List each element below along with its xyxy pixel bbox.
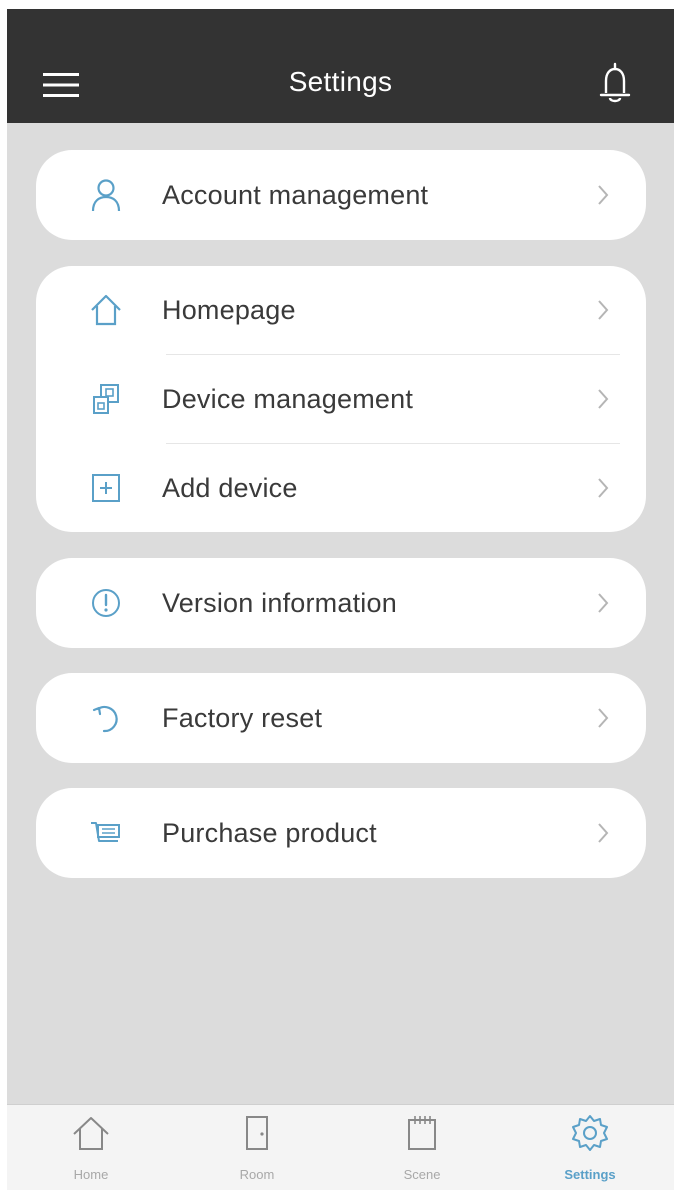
reset-icon — [92, 705, 118, 733]
tab-settings-label: Settings — [564, 1167, 616, 1182]
chevron-right-icon — [598, 593, 609, 613]
bell-icon — [599, 62, 631, 103]
door-icon — [246, 1116, 268, 1150]
chevron-right-icon — [598, 185, 609, 205]
version-information-label: Version information — [162, 588, 397, 618]
device-management-row[interactable]: Device management — [36, 355, 646, 443]
home-icon — [73, 1117, 109, 1150]
device-management-icon — [93, 384, 119, 414]
home-devices-card: Homepage Device management Add device — [36, 266, 646, 532]
homepage-label: Homepage — [162, 295, 296, 325]
gear-icon — [572, 1115, 608, 1151]
tab-home-label: Home — [73, 1167, 109, 1182]
tab-scene[interactable]: Scene — [362, 1105, 482, 1190]
page-title: Settings — [288, 66, 393, 97]
cart-icon — [91, 822, 120, 842]
chevron-right-icon — [598, 300, 609, 320]
account-management-label: Account management — [162, 180, 429, 210]
purchase-card: Purchase product — [36, 788, 646, 878]
add-device-row[interactable]: Add device — [36, 444, 646, 532]
tab-room[interactable]: Room — [197, 1105, 317, 1190]
device-management-label: Device management — [162, 384, 414, 414]
account-management-row[interactable]: Account management — [36, 151, 646, 239]
chevron-right-icon — [598, 823, 609, 843]
homepage-row[interactable]: Homepage — [36, 266, 646, 354]
user-icon — [91, 179, 121, 212]
chevron-right-icon — [598, 389, 609, 409]
chevron-right-icon — [598, 478, 609, 498]
factory-reset-label: Factory reset — [162, 703, 323, 733]
scene-icon — [408, 1116, 436, 1150]
account-card: Account management — [36, 150, 646, 240]
version-card: Version information — [36, 558, 646, 648]
factory-reset-row[interactable]: Factory reset — [36, 674, 646, 762]
purchase-product-row[interactable]: Purchase product — [36, 789, 646, 877]
tab-settings[interactable]: Settings — [530, 1105, 650, 1190]
app-header: Settings — [7, 9, 674, 123]
home-outline-icon — [91, 294, 121, 326]
add-device-label: Add device — [162, 473, 298, 503]
tab-scene-label: Scene — [403, 1167, 441, 1182]
tab-room-label: Room — [239, 1167, 275, 1182]
tab-home[interactable]: Home — [31, 1105, 151, 1190]
notifications-button[interactable] — [597, 61, 633, 105]
factory-reset-card: Factory reset — [36, 673, 646, 763]
purchase-product-label: Purchase product — [162, 818, 377, 848]
info-circle-icon — [92, 589, 120, 617]
add-square-icon — [92, 474, 120, 502]
settings-screen: Settings Account management Homepage Dev… — [7, 9, 674, 1190]
bottom-tab-bar: Home Room Scene Settings — [7, 1104, 674, 1190]
chevron-right-icon — [598, 708, 609, 728]
version-information-row[interactable]: Version information — [36, 559, 646, 647]
